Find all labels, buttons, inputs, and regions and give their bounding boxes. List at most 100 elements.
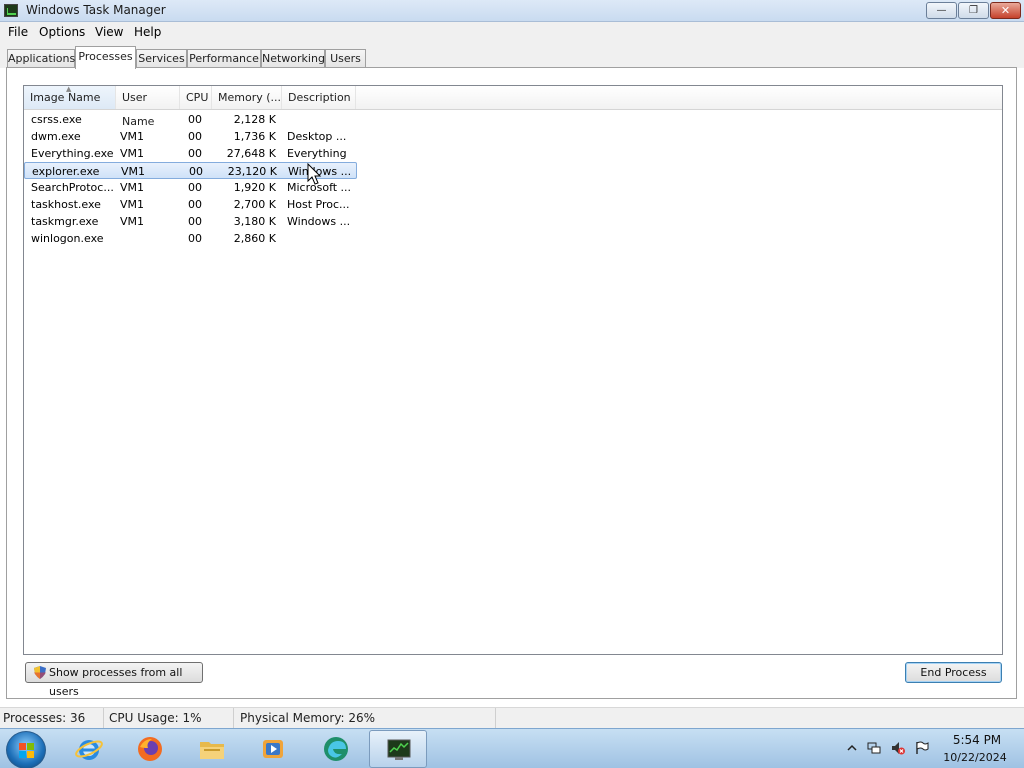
- menu-options[interactable]: Options: [39, 25, 85, 39]
- column-memory-label: Memory (...: [218, 91, 282, 104]
- cell-image-name: SearchProtoc...: [31, 181, 113, 194]
- cell-memory: 1,920 K: [233, 181, 276, 194]
- explorer-folder-icon: [200, 742, 224, 759]
- tab-networking[interactable]: Networking: [261, 49, 325, 68]
- window-title: Windows Task Manager: [26, 3, 166, 17]
- cell-cpu: 00: [188, 130, 202, 143]
- cell-user-name: VM1: [120, 147, 145, 160]
- column-description-label: Description: [288, 91, 351, 104]
- tab-services[interactable]: Services: [136, 49, 187, 68]
- cell-image-name: taskhost.exe: [31, 198, 101, 211]
- show-all-users-button[interactable]: Show processes from all users: [25, 662, 203, 698]
- cell-image-name: csrss.exe: [31, 113, 82, 126]
- minimize-icon: —: [936, 5, 947, 16]
- tab-users[interactable]: Users: [325, 49, 366, 68]
- cell-cpu: 00: [188, 147, 202, 160]
- close-icon: ✕: [1000, 4, 1011, 17]
- cell-memory: 23,120 K: [227, 165, 277, 178]
- media-player-icon: [263, 740, 283, 758]
- menu-file[interactable]: File: [8, 25, 28, 39]
- table-row[interactable]: taskmgr.exe VM1 00 3,180 K Windows ...: [24, 213, 357, 230]
- tab-strip: Applications Processes Services Performa…: [0, 41, 1024, 69]
- cell-user-name: VM1: [121, 165, 146, 178]
- column-cpu-label: CPU: [186, 91, 209, 104]
- title-bar: Windows Task Manager — ❐ ✕: [0, 0, 1024, 22]
- table-row[interactable]: winlogon.exe 00 2,860 K: [24, 230, 357, 247]
- edge-icon: [324, 737, 348, 761]
- taskbar-edge[interactable]: [307, 730, 365, 768]
- volume-muted-icon[interactable]: [891, 741, 905, 755]
- taskbar-internet-explorer[interactable]: [60, 730, 118, 768]
- task-manager-icon: [4, 4, 18, 17]
- table-row[interactable]: dwm.exe VM1 00 1,736 K Desktop ...: [24, 128, 357, 145]
- cell-description: Everything: [287, 147, 347, 160]
- column-memory[interactable]: Memory (...: [212, 86, 282, 109]
- show-all-users-label: Show processes from all users: [49, 666, 183, 698]
- tab-performance[interactable]: Performance: [187, 49, 261, 68]
- cell-user-name: VM1: [120, 130, 145, 143]
- cell-user-name: [120, 111, 180, 128]
- cell-cpu: 00: [188, 232, 202, 245]
- cell-cpu: 00: [188, 215, 202, 228]
- cell-memory: 27,648 K: [226, 147, 276, 160]
- network-icon[interactable]: [867, 741, 881, 755]
- cell-user-name: [120, 230, 180, 247]
- uac-shield-icon: [34, 666, 46, 679]
- column-user-name[interactable]: User Name: [116, 86, 180, 128]
- close-button[interactable]: ✕: [990, 2, 1021, 19]
- restore-icon: ❐: [969, 5, 978, 16]
- menu-bar: File Options View Help: [0, 22, 1024, 41]
- column-cpu[interactable]: CPU: [180, 86, 212, 109]
- taskbar-task-manager[interactable]: [369, 730, 427, 768]
- start-button[interactable]: [6, 731, 46, 768]
- clock-date[interactable]: 10/22/2024: [942, 751, 1008, 764]
- action-center-flag-icon[interactable]: [915, 741, 929, 755]
- status-bar: Processes: 36 CPU Usage: 1% Physical Mem…: [0, 707, 1024, 728]
- taskbar: 5:54 PM 10/22/2024: [0, 728, 1024, 768]
- cell-description: Desktop ...: [287, 130, 347, 143]
- status-processes: Processes: 36: [0, 708, 104, 728]
- cell-description: Windows ...: [287, 215, 351, 228]
- show-hidden-icons[interactable]: [845, 741, 859, 755]
- table-row[interactable]: csrss.exe 00 2,128 K: [24, 111, 357, 128]
- task-manager-icon: [387, 739, 411, 760]
- column-header: ▲ Image Name User Name CPU Memory (... D…: [24, 86, 1002, 128]
- taskbar-file-explorer[interactable]: [183, 730, 241, 768]
- tab-applications[interactable]: Applications: [7, 49, 75, 68]
- column-description[interactable]: Description: [282, 86, 356, 109]
- menu-view[interactable]: View: [95, 25, 123, 39]
- cell-image-name: taskmgr.exe: [31, 215, 99, 228]
- taskbar-firefox[interactable]: [121, 730, 179, 768]
- cell-description: [287, 111, 355, 128]
- minimize-button[interactable]: —: [926, 2, 957, 19]
- cell-memory: 2,860 K: [233, 232, 276, 245]
- cell-image-name: winlogon.exe: [31, 232, 104, 245]
- cell-user-name: VM1: [120, 198, 145, 211]
- menu-help[interactable]: Help: [134, 25, 161, 39]
- cell-user-name: VM1: [120, 181, 145, 194]
- tab-processes[interactable]: Processes: [75, 46, 136, 69]
- process-list[interactable]: ▲ Image Name User Name CPU Memory (... D…: [23, 85, 1003, 655]
- cell-memory: 2,128 K: [233, 113, 276, 126]
- taskbar-media-player[interactable]: [244, 730, 302, 768]
- cell-cpu: 00: [188, 198, 202, 211]
- window-controls: — ❐ ✕: [925, 2, 1021, 19]
- cell-memory: 3,180 K: [233, 215, 276, 228]
- cell-cpu: 00: [188, 181, 202, 194]
- cell-cpu: 00: [188, 113, 202, 126]
- cell-image-name: dwm.exe: [31, 130, 81, 143]
- table-row[interactable]: taskhost.exe VM1 00 2,700 K Host Proc...: [24, 196, 357, 213]
- cell-cpu: 00: [189, 165, 203, 178]
- table-row[interactable]: Everything.exe VM1 00 27,648 K Everythin…: [24, 145, 357, 162]
- status-cpu-usage: CPU Usage: 1%: [106, 708, 234, 728]
- cell-user-name: VM1: [120, 215, 145, 228]
- column-image-name[interactable]: ▲ Image Name: [24, 86, 116, 109]
- cell-description: Host Proc...: [287, 198, 350, 211]
- windows-logo-icon: [19, 743, 34, 758]
- mouse-pointer-icon: [307, 163, 322, 185]
- ie-icon: [75, 740, 103, 760]
- cell-image-name: explorer.exe: [32, 165, 100, 178]
- end-process-button[interactable]: End Process: [905, 662, 1002, 683]
- maximize-button[interactable]: ❐: [958, 2, 989, 19]
- clock-time[interactable]: 5:54 PM: [946, 733, 1008, 747]
